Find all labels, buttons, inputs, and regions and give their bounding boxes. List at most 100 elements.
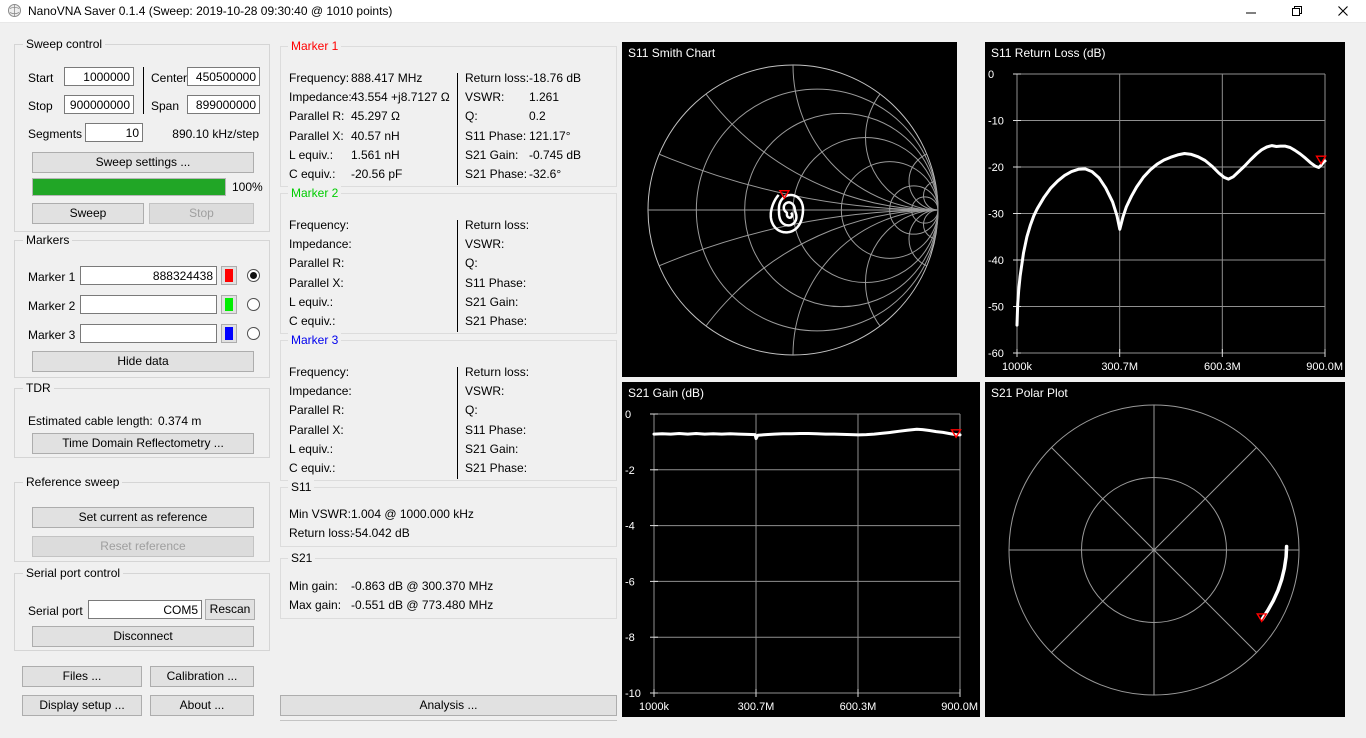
s11-return-loss-chart[interactable]: 0-10-20-30-40-50-601000k300.7M600.3M900.…: [985, 42, 1345, 377]
marker1-data-section: Marker 1 Frequency:888.417 MHzImpedance:…: [280, 46, 617, 187]
data-row: Frequency:888.417 MHz: [289, 69, 455, 88]
window-title: NanoVNA Saver 0.1.4 (Sweep: 2019-10-28 0…: [28, 4, 392, 18]
data-row-label: Frequency:: [289, 216, 351, 235]
data-row: C equiv.:: [289, 459, 455, 478]
data-row-value: 45.297 Ω: [351, 109, 400, 123]
marker1-color: [225, 269, 233, 282]
sweep-progress-bar: [32, 178, 226, 196]
data-row: Impedance:43.554 +j8.7127 Ω: [289, 88, 455, 107]
s11-smith-chart[interactable]: S11 Smith Chart: [622, 42, 957, 377]
s11-summary-section: S11 Min VSWR:1.004 @ 1000.000 kHzReturn …: [280, 487, 617, 547]
svg-text:300.7M: 300.7M: [1101, 361, 1138, 373]
data-row-label: Impedance:: [289, 382, 351, 401]
data-row: Parallel X:: [289, 274, 455, 293]
marker1-color-swatch[interactable]: [221, 266, 237, 285]
data-row: Parallel R:45.297 Ω: [289, 107, 455, 126]
titlebar: NanoVNA Saver 0.1.4 (Sweep: 2019-10-28 0…: [0, 0, 1366, 23]
data-row-label: Frequency:: [289, 69, 351, 88]
marker2-radio[interactable]: [247, 298, 260, 311]
s21-gain-chart[interactable]: 0-2-4-6-8-101000k300.7M600.3M900.0M S21 …: [622, 382, 980, 717]
stop-input[interactable]: [64, 95, 134, 114]
sweep-button[interactable]: Sweep: [32, 203, 144, 224]
calibration-button[interactable]: Calibration ...: [150, 666, 254, 687]
svg-text:900.0M: 900.0M: [941, 701, 978, 713]
data-row: Parallel X:40.57 nH: [289, 127, 455, 146]
restore-button[interactable]: [1274, 0, 1320, 22]
marker3-section-title: Marker 3: [288, 333, 341, 347]
s21-polar-chart[interactable]: S21 Polar Plot: [985, 382, 1345, 717]
serial-port-input[interactable]: [88, 600, 202, 619]
s21-gain-canvas[interactable]: 0-2-4-6-8-101000k300.7M600.3M900.0M: [622, 382, 980, 717]
disconnect-button[interactable]: Disconnect: [32, 626, 254, 647]
set-reference-button[interactable]: Set current as reference: [32, 507, 254, 528]
data-row-value: 1.561 nH: [351, 148, 400, 162]
marker1-label: Marker 1: [28, 270, 75, 284]
reset-reference-button[interactable]: Reset reference: [32, 536, 254, 557]
data-row-value: 121.17°: [529, 129, 571, 143]
about-button[interactable]: About ...: [150, 695, 254, 716]
svg-text:300.7M: 300.7M: [738, 701, 775, 713]
svg-text:-10: -10: [988, 116, 1004, 128]
marker3-column-divider: [457, 367, 458, 479]
sweep-settings-button[interactable]: Sweep settings ...: [32, 152, 254, 173]
data-row: Min VSWR:1.004 @ 1000.000 kHz: [289, 505, 609, 524]
s21-summary-section: S21 Min gain:-0.863 dB @ 300.370 MHzMax …: [280, 558, 617, 619]
s21-polar-canvas[interactable]: [985, 382, 1345, 717]
marker3-color-swatch[interactable]: [221, 324, 237, 343]
svg-text:-10: -10: [625, 688, 641, 700]
marker3-frequency-input[interactable]: [80, 324, 217, 343]
data-row-value: -20.56 pF: [351, 167, 402, 181]
data-row-label: Parallel X:: [289, 127, 351, 146]
data-row: L equiv.:: [289, 440, 455, 459]
app-icon: [7, 3, 22, 18]
data-row-label: Q:: [465, 107, 529, 126]
data-row: S21 Phase:: [465, 459, 613, 478]
files-button[interactable]: Files ...: [22, 666, 142, 687]
data-row: Max gain:-0.551 dB @ 773.480 MHz: [289, 596, 609, 615]
marker2-color-swatch[interactable]: [221, 295, 237, 314]
marker2-frequency-input[interactable]: [80, 295, 217, 314]
s11-smith-chart-canvas[interactable]: [622, 42, 957, 377]
center-input[interactable]: [187, 67, 260, 86]
marker1-column-divider: [457, 73, 458, 185]
marker2-data-section: Marker 2 Frequency:Impedance:Parallel R:…: [280, 193, 617, 334]
reference-sweep-title: Reference sweep: [23, 475, 122, 489]
data-row-label: Frequency:: [289, 363, 351, 382]
data-row: Q:: [465, 254, 613, 273]
hide-data-button[interactable]: Hide data: [32, 351, 254, 372]
data-row: Frequency:: [289, 363, 455, 382]
data-row-label: C equiv.:: [289, 312, 351, 331]
svg-text:900.0M: 900.0M: [1306, 361, 1343, 373]
data-row-label: S11 Phase:: [465, 421, 529, 440]
data-row: Impedance:: [289, 382, 455, 401]
minimize-button[interactable]: [1228, 0, 1274, 22]
span-input[interactable]: [187, 95, 260, 114]
data-row-label: S21 Phase:: [465, 312, 529, 331]
svg-text:-40: -40: [988, 255, 1004, 267]
marker1-radio[interactable]: [247, 269, 260, 282]
data-row-label: Return loss:: [465, 69, 529, 88]
marker2-right-column: Return loss:VSWR:Q:S11 Phase:S21 Gain:S2…: [465, 216, 613, 331]
nanovna-saver-window: NanoVNA Saver 0.1.4 (Sweep: 2019-10-28 0…: [0, 0, 1366, 738]
stop-button[interactable]: Stop: [149, 203, 254, 224]
data-row: L equiv.:: [289, 293, 455, 312]
marker1-frequency-input[interactable]: [80, 266, 217, 285]
data-row-label: S11 Phase:: [465, 127, 529, 146]
marker3-radio[interactable]: [247, 327, 260, 340]
close-button[interactable]: [1320, 0, 1366, 22]
data-row-label: S21 Gain:: [465, 146, 529, 165]
data-row-label: Parallel R:: [289, 401, 351, 420]
data-row-label: S21 Phase:: [465, 459, 529, 478]
rescan-button[interactable]: Rescan: [205, 599, 255, 620]
segments-input[interactable]: [85, 123, 143, 142]
reference-sweep-group: Reference sweep Set current as reference…: [14, 482, 270, 562]
display-setup-button[interactable]: Display setup ...: [22, 695, 142, 716]
data-row-value: -0.551 dB @ 773.480 MHz: [351, 598, 493, 612]
data-row: VSWR:: [465, 235, 613, 254]
analysis-button[interactable]: Analysis ...: [280, 695, 617, 716]
start-input[interactable]: [64, 67, 134, 86]
data-row-label: C equiv.:: [289, 459, 351, 478]
s11-return-loss-canvas[interactable]: 0-10-20-30-40-50-601000k300.7M600.3M900.…: [985, 42, 1345, 377]
marker3-left-column: Frequency:Impedance:Parallel R:Parallel …: [289, 363, 455, 478]
time-domain-reflectometry-button[interactable]: Time Domain Reflectometry ...: [32, 433, 254, 454]
